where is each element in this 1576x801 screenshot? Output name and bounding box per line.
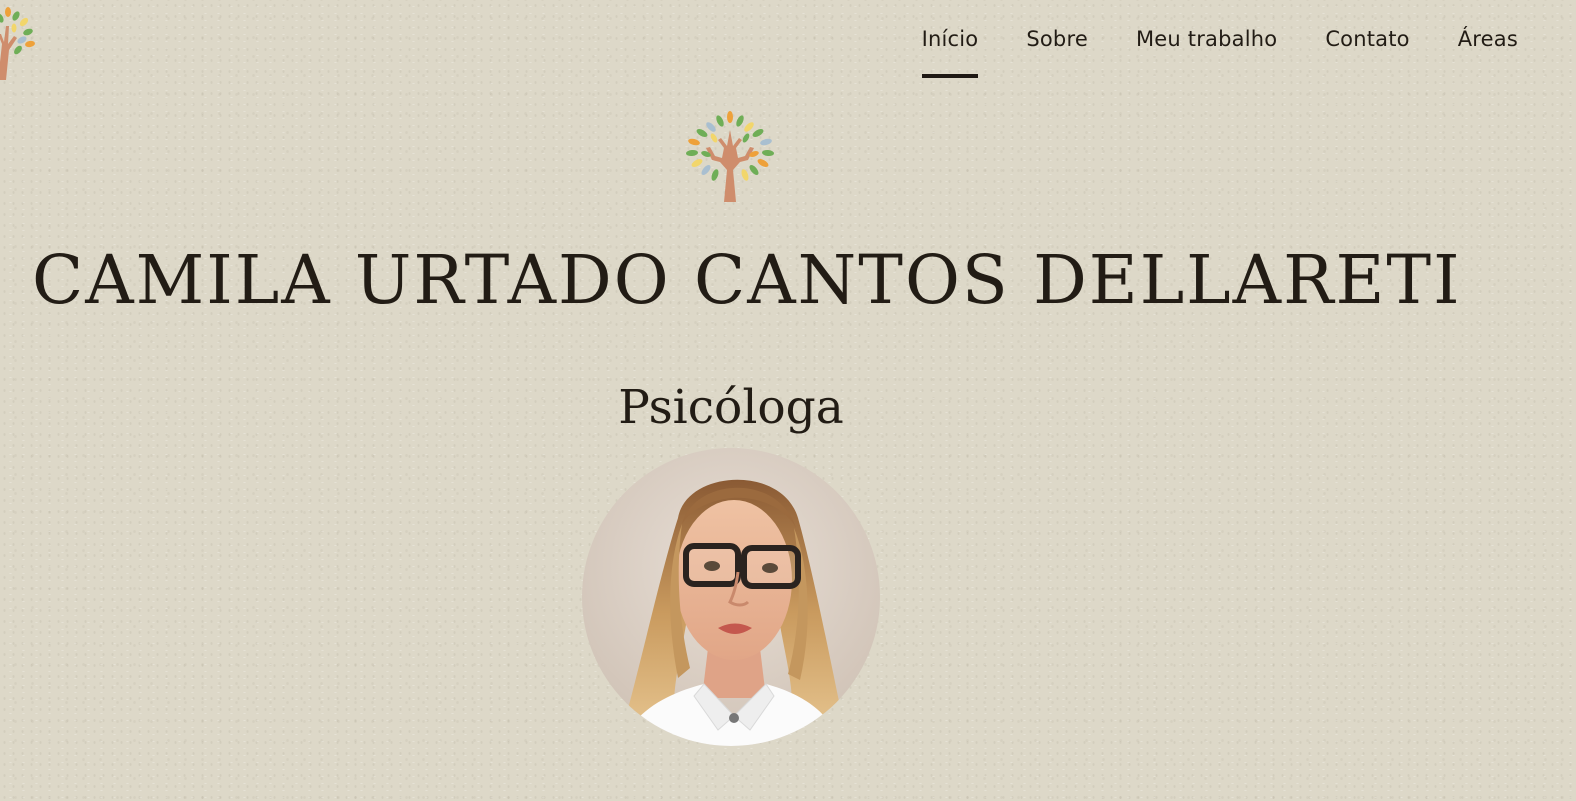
nav-item-areas[interactable]: Áreas [1458,0,1518,78]
profession-subtitle: Psicóloga [618,380,844,435]
profile-photo [582,448,880,746]
nav-item-sobre[interactable]: Sobre [1026,0,1088,78]
main-nav: Início Sobre Meu trabalho Contato Áreas [921,0,1518,80]
tree-logo-icon [684,110,776,204]
nav-item-contato[interactable]: Contato [1325,0,1409,78]
tree-logo-icon [0,4,44,80]
nav-item-inicio[interactable]: Início [921,0,979,78]
nav-item-meu-trabalho[interactable]: Meu trabalho [1136,0,1277,78]
home-logo-link[interactable] [0,4,44,80]
page-title: CAMILA URTADO CANTOS DELLARETI [32,241,1462,319]
